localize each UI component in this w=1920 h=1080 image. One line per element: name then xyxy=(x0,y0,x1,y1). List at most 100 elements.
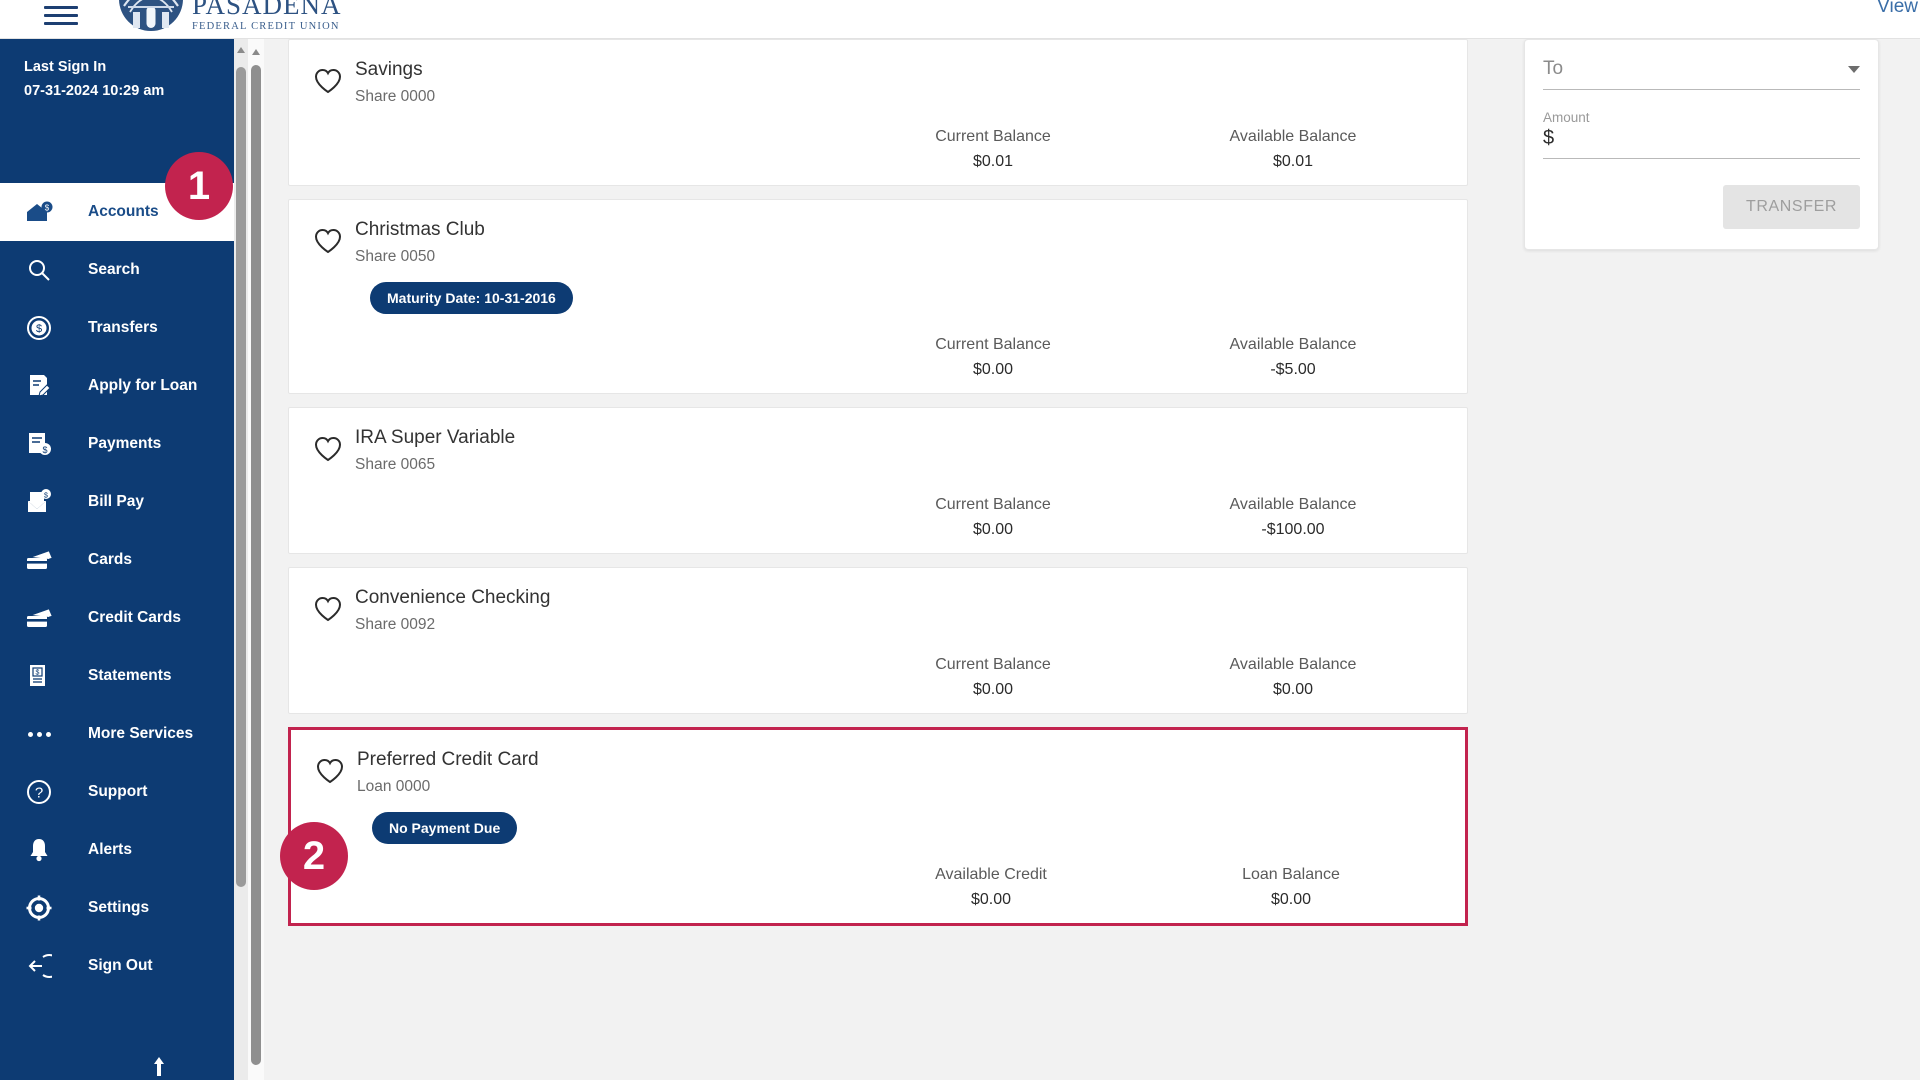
currency-symbol: $ xyxy=(1543,127,1555,149)
sidebar-item-payments[interactable]: $ Payments xyxy=(0,415,248,473)
balance-right: Available Balance -$5.00 xyxy=(1143,332,1443,380)
scroll-up-arrow-icon[interactable] xyxy=(237,47,245,53)
callout-badge-2: 2 xyxy=(280,822,348,890)
account-card-header: IRA Super Variable Share 0065 xyxy=(313,420,1443,474)
account-number: Share 0050 xyxy=(355,247,436,265)
bill-pay-icon: $ xyxy=(16,489,62,515)
hamburger-bar xyxy=(44,13,78,17)
logo-tagline: FEDERAL CREDIT UNION xyxy=(192,21,340,32)
sidebar-item-bill-pay[interactable]: $ Bill Pay xyxy=(0,473,248,531)
favorite-heart-icon[interactable] xyxy=(313,226,343,256)
chevron-down-icon[interactable] xyxy=(1848,65,1860,73)
balance-left-label: Current Balance xyxy=(935,655,1051,673)
alerts-bell-icon xyxy=(16,837,62,863)
settings-gear-icon xyxy=(16,895,62,921)
account-card[interactable]: Savings Share 0000 Current Balance $0.01… xyxy=(288,39,1468,187)
sidebar-item-cards[interactable]: Cards xyxy=(0,531,248,589)
account-card[interactable]: Christmas Club Share 0050 Maturity Date:… xyxy=(288,199,1468,395)
sidebar-item-sign-out[interactable]: Sign Out xyxy=(0,937,248,995)
main-scrollbar[interactable] xyxy=(248,39,264,1080)
sidebar-item-more-services[interactable]: More Services xyxy=(0,705,248,763)
balance-left: Current Balance $0.00 xyxy=(843,492,1143,540)
account-balances: Current Balance $0.01 Available Balance … xyxy=(313,124,1443,172)
account-number: Loan 0000 xyxy=(357,777,431,795)
account-card-header: Savings Share 0000 xyxy=(313,52,1443,106)
balance-right: Loan Balance $0.00 xyxy=(1141,862,1441,910)
sidebar-item-label: Transfers xyxy=(88,319,158,336)
balance-left-value: $0.00 xyxy=(972,521,1014,539)
svg-text:$: $ xyxy=(45,204,50,213)
transfer-to-placeholder: To xyxy=(1543,58,1564,79)
balance-right-label: Available Balance xyxy=(1229,495,1357,513)
transfer-amount-field[interactable]: Amount $ xyxy=(1543,110,1860,159)
favorite-heart-icon[interactable] xyxy=(315,756,345,786)
sidebar-item-alerts[interactable]: Alerts xyxy=(0,821,248,879)
svg-text:$: $ xyxy=(44,493,48,500)
account-card[interactable]: Preferred Credit Card Loan 0000 No Payme… xyxy=(288,727,1468,927)
payments-icon: $ xyxy=(16,431,62,457)
sidebar-item-statements[interactable]: $ Statements xyxy=(0,647,248,705)
balance-right-label: Available Balance xyxy=(1229,127,1357,145)
statements-icon: $ xyxy=(16,663,62,689)
sidebar-scrollbar-thumb[interactable] xyxy=(236,67,246,887)
account-card[interactable]: IRA Super Variable Share 0065 Current Ba… xyxy=(288,407,1468,555)
account-titles: Christmas Club Share 0050 xyxy=(355,212,485,266)
balance-left-label: Current Balance xyxy=(935,335,1051,353)
favorite-heart-icon[interactable] xyxy=(313,594,343,624)
account-titles: Convenience Checking Share 0092 xyxy=(355,580,550,634)
amount-input[interactable] xyxy=(1558,127,1849,150)
more-services-icon xyxy=(16,731,62,737)
transfer-button[interactable]: TRANSFER xyxy=(1722,185,1860,229)
account-balances: Current Balance $0.00 Available Balance … xyxy=(313,492,1443,540)
sidebar-item-label: Alerts xyxy=(88,841,132,858)
sidebar-item-label: Accounts xyxy=(88,203,159,220)
balance-left-value: $0.00 xyxy=(970,891,1012,909)
sidebar-scrollbar[interactable] xyxy=(234,39,248,1080)
account-card-header: Preferred Credit Card Loan 0000 xyxy=(315,742,1441,796)
view-link[interactable]: View xyxy=(1877,0,1918,18)
main-scrollbar-thumb[interactable] xyxy=(251,65,261,1065)
svg-text:$: $ xyxy=(36,670,40,677)
balance-right-value: -$5.00 xyxy=(1270,361,1316,379)
sidebar-item-label: Credit Cards xyxy=(88,609,182,626)
account-number: Share 0092 xyxy=(355,615,436,633)
sidebar-item-credit-cards[interactable]: Credit Cards xyxy=(0,589,248,647)
account-name: Convenience Checking xyxy=(355,587,551,609)
balance-left-label: Current Balance xyxy=(935,495,1051,513)
sidebar-item-search[interactable]: Search xyxy=(0,241,248,299)
account-card[interactable]: Convenience Checking Share 0092 Current … xyxy=(288,567,1468,715)
account-card-header: Convenience Checking Share 0092 xyxy=(313,580,1443,634)
main-scroll-up-arrow-icon[interactable] xyxy=(252,49,260,55)
transfer-to-field[interactable]: To xyxy=(1543,58,1860,90)
balance-right-value: $0.01 xyxy=(1272,153,1314,171)
account-number: Share 0000 xyxy=(355,87,436,105)
hamburger-bar xyxy=(44,5,78,9)
sidebar-item-transfers[interactable]: $ Transfers xyxy=(0,299,248,357)
account-balances: Available Credit $0.00 Loan Balance $0.0… xyxy=(315,862,1441,910)
balance-right-label: Available Balance xyxy=(1229,335,1357,353)
accounts-list: Savings Share 0000 Current Balance $0.01… xyxy=(288,39,1468,939)
last-signin-time: 07-31-2024 10:29 am xyxy=(24,82,165,99)
chat-bubble-icon[interactable] xyxy=(150,1056,168,1078)
hamburger-icon[interactable] xyxy=(44,0,80,30)
sidebar-item-settings[interactable]: Settings xyxy=(0,879,248,937)
sidebar-item-label: Settings xyxy=(88,899,150,916)
favorite-heart-icon[interactable] xyxy=(313,66,343,96)
favorite-heart-icon[interactable] xyxy=(313,434,343,464)
sidebar-item-label: More Services xyxy=(88,725,194,742)
transfer-amount-underline xyxy=(1543,158,1860,159)
sidebar-item-support[interactable]: ? Support xyxy=(0,763,248,821)
main-content: Savings Share 0000 Current Balance $0.01… xyxy=(248,39,1920,1080)
balance-right-value: $0.00 xyxy=(1272,681,1314,699)
account-titles: Savings Share 0000 xyxy=(355,52,435,106)
accounts-icon: $ xyxy=(16,200,62,224)
sidebar-item-label: Bill Pay xyxy=(88,493,144,510)
search-icon xyxy=(16,257,62,283)
balance-left: Current Balance $0.01 xyxy=(843,124,1143,172)
brand-logo[interactable]: PASADENA FEDERAL CREDIT UNION xyxy=(118,0,342,32)
account-name: Savings xyxy=(355,59,423,80)
balance-left: Current Balance $0.00 xyxy=(843,652,1143,700)
hamburger-bar xyxy=(44,21,78,25)
sidebar-item-label: Statements xyxy=(88,667,172,684)
sidebar-item-apply-for-loan[interactable]: Apply for Loan xyxy=(0,357,248,415)
